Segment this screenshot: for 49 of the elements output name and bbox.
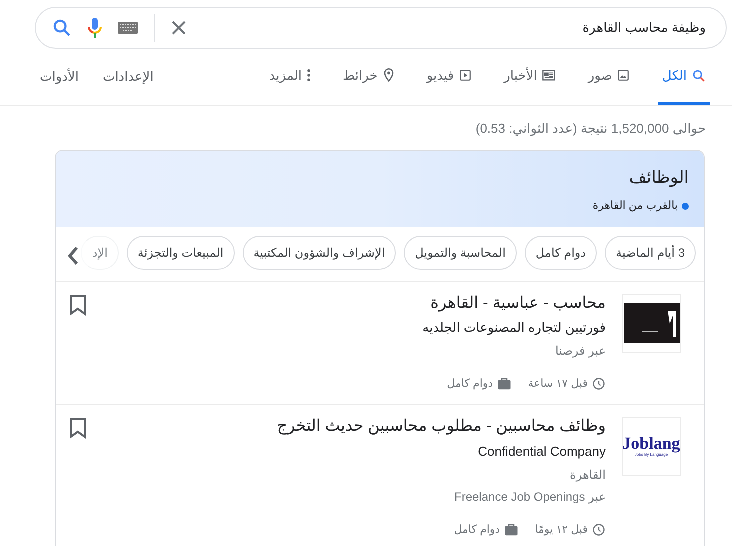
keyboard-icon[interactable] (118, 22, 138, 34)
chevron-left-icon (67, 246, 79, 266)
filter-chip[interactable]: المبيعات والتجزئة (126, 236, 235, 270)
job-type: دوام كامل (447, 376, 494, 392)
location-dot (682, 202, 689, 210)
bookmark-button[interactable] (69, 417, 87, 440)
tab[interactable]: الكل (658, 49, 710, 105)
job-type: دوام كامل (454, 522, 500, 538)
toolbar-link[interactable]: الإعدادات (102, 67, 154, 87)
card-title: الوظائف (628, 166, 689, 190)
company-name: فورتيين لتجاره المصنوعات الجلديه (422, 319, 606, 338)
briefcase-icon (504, 522, 520, 537)
tab[interactable]: الأخبار (500, 49, 560, 105)
clock-icon (592, 377, 606, 392)
map-pin-icon (382, 68, 395, 83)
filter-chip[interactable]: المحاسبة والتمويل (404, 236, 517, 270)
company-logo (624, 303, 680, 343)
search-icon[interactable] (52, 18, 72, 38)
toolbar-link[interactable]: الأدوات (40, 67, 79, 87)
bookmark-button[interactable] (69, 294, 87, 316)
job-location: القاهرة (569, 466, 606, 484)
tab[interactable]: فيديو (422, 49, 476, 105)
posted-time: قبل ١٢ يومًا (535, 522, 588, 538)
briefcase-icon (497, 377, 512, 392)
posted-time: قبل ١٧ ساعة (528, 376, 588, 392)
job-title[interactable]: محاسب - عباسية - القاهرة (103, 294, 606, 314)
close-icon[interactable] (171, 20, 187, 36)
search-icon (692, 68, 706, 82)
search-input[interactable]: وظيفة محاسب القاهرة (203, 17, 708, 39)
more-icon (307, 69, 312, 82)
filter-chip[interactable]: الإشراف والشؤون المكتبية (242, 236, 396, 270)
clock-icon (592, 522, 606, 537)
job-source: عبر Freelance Job Openings (454, 488, 606, 506)
play-icon (459, 69, 472, 82)
microphone-icon[interactable] (88, 17, 102, 39)
newspaper-icon (542, 69, 556, 82)
result-stats: حوالى 1,520,000 نتيجة (عدد الثواني: 0.53) (474, 120, 707, 138)
location-text: بالقرب من القاهرة (592, 199, 678, 214)
company-name: Confidential Company (477, 443, 606, 462)
filter-chip[interactable]: 3 أيام الماضية (605, 236, 696, 270)
tab[interactable]: المزيد (265, 49, 316, 105)
filter-chip[interactable]: دوام كامل (524, 236, 598, 270)
job-source: عبر فرصنا (554, 342, 606, 360)
image-icon (617, 69, 630, 82)
tab[interactable]: صور (584, 49, 634, 105)
tab[interactable]: خرائط (339, 49, 399, 105)
job-title[interactable]: وظائف محاسبين - مطلوب محاسبين حديث التخرج (103, 417, 606, 438)
search-field[interactable]: وظيفة محاسب القاهرة (35, 7, 727, 49)
filter-chip[interactable]: الإد (81, 236, 119, 270)
